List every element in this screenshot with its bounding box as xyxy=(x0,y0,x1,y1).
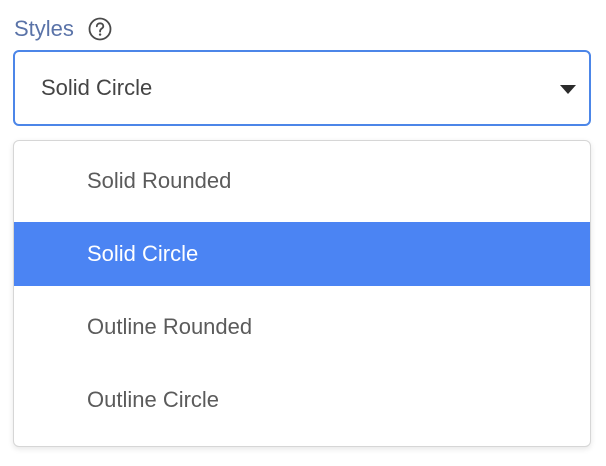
option-outline-circle[interactable]: Outline Circle xyxy=(14,368,590,432)
option-solid-circle[interactable]: Solid Circle xyxy=(14,222,590,286)
caret-down-icon xyxy=(560,85,576,94)
field-label: Styles xyxy=(14,16,74,41)
field-label-row: Styles xyxy=(14,12,112,46)
option-outline-rounded[interactable]: Outline Rounded xyxy=(14,295,590,359)
dropdown-menu: Solid Rounded Solid Circle Outline Round… xyxy=(13,140,591,447)
option-solid-rounded[interactable]: Solid Rounded xyxy=(14,149,590,213)
question-circle-icon[interactable] xyxy=(88,17,112,41)
select-value: Solid Circle xyxy=(41,75,153,100)
style-select[interactable]: Solid Circle xyxy=(13,50,591,126)
